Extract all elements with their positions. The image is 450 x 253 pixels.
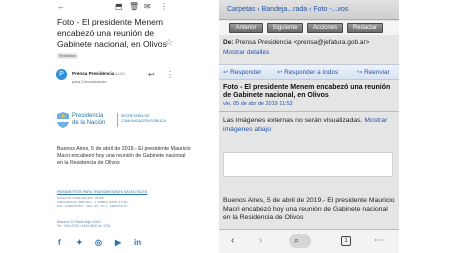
trash-icon[interactable]: 🗑	[129, 2, 139, 12]
reply-label: Responder	[230, 69, 262, 76]
archive-icon[interactable]: ⬒	[115, 2, 123, 12]
email-body: Buenos Aires, 5 de abril de 2019.- El pr…	[223, 197, 395, 222]
from-label: De:	[223, 39, 234, 46]
avatar: P	[56, 69, 67, 80]
org-dept-line-2: COMUNICACIÓN PÚBLICA	[121, 119, 166, 123]
email-body: Buenos Aires, 5 de abril de 2019.- El pr…	[57, 146, 191, 166]
sat-line: POL: HORIZONTAL · FEC: 3/4 · ID: 1 · SER…	[57, 204, 128, 209]
divider	[117, 113, 118, 127]
from-address: Prensa Presidencia <prensa@jefatura.gob.…	[235, 39, 370, 46]
facebook-icon[interactable]: f	[58, 238, 61, 247]
email-subject: Foto - El presidente Menem encabezó una …	[223, 84, 391, 99]
reply-actions-bar: ↩ Responder ↩ Responder a todos ↪ Reenvi…	[219, 64, 399, 80]
reply-action[interactable]: ↩ Responder	[223, 68, 261, 76]
forward-label: Reenviar	[364, 69, 390, 76]
recipient-line[interactable]: para Comunicación	[72, 79, 106, 84]
address-line: Tel.: 4344-3730 / 4344-3600 Int. 3730	[57, 224, 111, 229]
mail-icon[interactable]: ✉	[144, 2, 151, 12]
actions-button[interactable]: Acciones	[307, 23, 343, 33]
org-name: Presidencia de la Nación	[72, 113, 105, 127]
back-arrow-icon[interactable]: ←	[57, 2, 65, 12]
argentina-shield-icon	[57, 112, 69, 128]
linkedin-icon[interactable]: in	[134, 238, 141, 247]
breadcrumb: Carpetas ‹ Bandeja...rada ‹ Foto -...vos	[219, 0, 399, 20]
browser-bottom-bar: ‹ › ⌕ 1 ⋯	[219, 229, 399, 253]
search-icon: ⌕	[294, 235, 300, 245]
reply-all-action[interactable]: ↩ Responder a todos	[277, 68, 338, 76]
blocked-image-placeholder	[223, 152, 393, 177]
mobile-mail-panel: Carpetas ‹ Bandeja...rada ‹ Foto -...vos…	[219, 0, 399, 253]
satellite-params: SATELITE: INTELSAT 805 - 55.5W FRECUENCI…	[57, 196, 162, 209]
org-logo: Presidencia de la Nación SECRETARÍA DE C…	[57, 112, 177, 134]
external-images-notice: Las imágenes externas no serán visualiza…	[223, 116, 393, 134]
org-name-line-1: Presidencia	[72, 113, 104, 119]
images-notice-text: Las imágenes externas no serán visualiza…	[223, 117, 363, 124]
satellite-params-title[interactable]: PARÁMETROS PARA TRANSMISIONES SATELITALE…	[57, 190, 147, 194]
social-links: f ✦ ◎ ▶ in	[58, 238, 178, 248]
divider	[219, 111, 399, 112]
gmail-topbar: ← ⬒ 🗑 ✉ ⋮	[0, 0, 210, 14]
show-details-link[interactable]: Mostrar detalles	[223, 49, 269, 56]
tabs-button[interactable]: 1	[341, 236, 351, 246]
search-button[interactable]	[289, 234, 311, 248]
reply-icon[interactable]: ↩	[148, 70, 155, 79]
mail-toolbar: Anterior Siguiente Acciones Redactar	[219, 21, 399, 35]
org-name-line-2: de la Nación	[72, 120, 106, 126]
youtube-icon[interactable]: ▶	[115, 238, 121, 247]
back-icon[interactable]: ‹	[231, 235, 234, 247]
previous-button[interactable]: Anterior	[229, 23, 263, 33]
gmail-panel: ← ⬒ 🗑 ✉ ⋮ Foto - El presidente Menem enc…	[0, 0, 210, 253]
from-line: De: Prensa Presidencia <prensa@jefatura.…	[223, 39, 398, 46]
sent-time: 11:53	[115, 71, 125, 76]
email-date: vie, 05 de abr de 2019 11:53	[223, 101, 293, 107]
sender-name: Prensa Presidencia	[72, 71, 115, 76]
next-button[interactable]: Siguiente	[267, 23, 303, 33]
more-icon[interactable]: ⋯	[374, 235, 384, 247]
more-vert-icon[interactable]: ⋮	[160, 2, 168, 12]
breadcrumb-text[interactable]: Carpetas ‹ Bandeja...rada ‹ Foto -...vos	[227, 6, 348, 13]
more-vert-icon[interactable]: ⋮	[166, 70, 174, 79]
twitter-icon[interactable]: ✦	[76, 238, 83, 247]
compose-button[interactable]: Redactar	[347, 23, 383, 33]
forward-icon[interactable]: ›	[259, 235, 262, 247]
org-department: SECRETARÍA DE COMUNICACIÓN PÚBLICA	[121, 114, 166, 124]
screenshot-root: ← ⬒ 🗑 ✉ ⋮ Foto - El presidente Menem enc…	[0, 0, 450, 253]
instagram-icon[interactable]: ◎	[95, 238, 102, 247]
inbox-label[interactable]: Recibidos	[57, 53, 78, 59]
address-block: Balcarce 24 Planta Baja CABA Tel.: 4344-…	[57, 220, 162, 228]
reply-all-label: Responder a todos	[284, 69, 339, 76]
forward-action[interactable]: ↪ Reenviar	[357, 68, 390, 76]
star-icon[interactable]: ☆	[165, 37, 173, 48]
